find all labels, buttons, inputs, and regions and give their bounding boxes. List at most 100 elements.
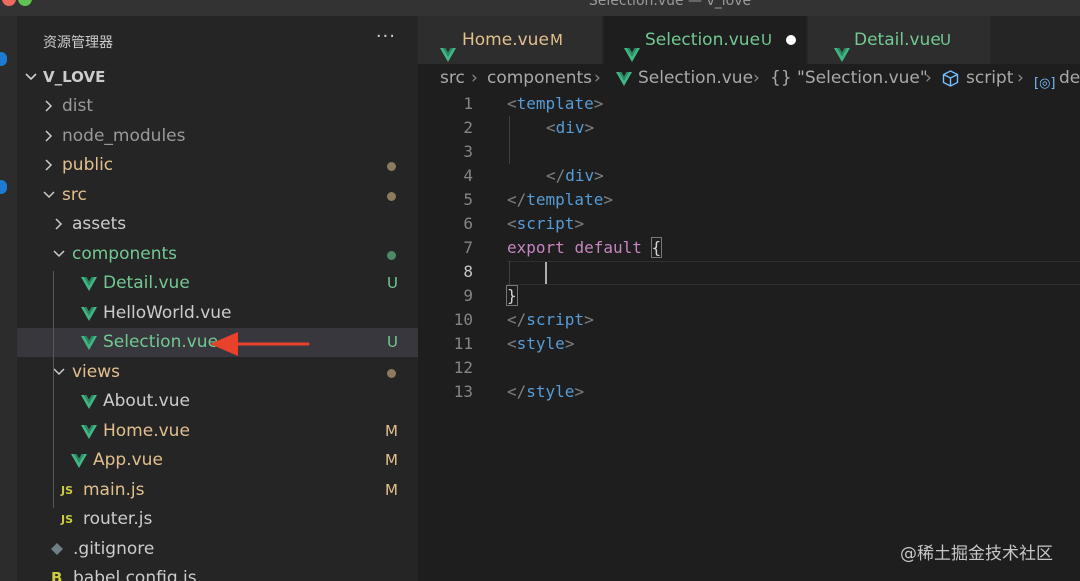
- code-line: <div>: [546, 118, 595, 137]
- vue-icon: [71, 446, 89, 475]
- window-title: Selection.vue — v_love: [588, 0, 752, 9]
- tree-item[interactable]: About.vue: [17, 387, 418, 416]
- tree-item[interactable]: Bbabel.config.js: [17, 564, 418, 581]
- tree-item[interactable]: dist: [17, 92, 418, 121]
- tree-item-label: Home.vue: [103, 420, 190, 441]
- tree-item-label: App.vue: [93, 450, 163, 470]
- tree-item[interactable]: JS main.js M: [17, 476, 418, 505]
- tree-item-label: babel.config.js: [73, 568, 197, 581]
- breadcrumb-item[interactable]: script: [966, 64, 1013, 92]
- editor-tabs: Home.vue M Selection.vue U Detail.vue U: [418, 16, 1080, 64]
- tab-home-vue[interactable]: Home.vue M: [418, 16, 602, 64]
- more-actions-icon[interactable]: ···: [376, 26, 396, 47]
- text-cursor: [545, 262, 547, 284]
- breadcrumb-item[interactable]: src: [440, 64, 465, 92]
- tree-item[interactable]: .gitignore: [17, 535, 418, 564]
- chevron-right-icon: ›: [471, 68, 478, 88]
- tree-item-label: About.vue: [103, 391, 190, 411]
- vue-icon: [81, 328, 99, 357]
- tree-item[interactable]: HelloWorld.vue: [17, 299, 418, 328]
- chevron-right-icon: ›: [753, 68, 760, 88]
- tree-item[interactable]: assets: [17, 210, 418, 239]
- tree-item[interactable]: Detail.vue U: [17, 269, 418, 298]
- cube-icon: [942, 70, 959, 87]
- line-number: 6: [463, 214, 473, 233]
- tree-item[interactable]: Home.vue M: [17, 417, 418, 446]
- tree-item[interactable]: components: [17, 240, 418, 269]
- chevron-right-icon: [43, 151, 57, 180]
- tab-git-status: M: [550, 31, 563, 49]
- tree-item[interactable]: src: [17, 181, 418, 210]
- code-editor[interactable]: 1 2 3 4 5 6 7 8 9 10 11 12 13 <template> <div> </div…: [418, 92, 1080, 581]
- explorer-title: 资源管理器: [43, 35, 113, 51]
- line-number: 7: [463, 238, 473, 257]
- line-number: 11: [453, 334, 473, 353]
- tab-label: Home.vue: [462, 30, 549, 50]
- chevron-right-icon: ›: [925, 68, 932, 88]
- git-status-dot: [387, 368, 396, 378]
- line-number: 3: [463, 142, 473, 161]
- tree-item[interactable]: App.vue M: [17, 446, 418, 475]
- chevron-down-icon: [25, 63, 39, 92]
- current-line-highlight: [507, 261, 1080, 285]
- tab-git-status: U: [940, 31, 951, 49]
- tree-item-label: Selection.vue: [103, 332, 219, 352]
- tree-item-label: components: [72, 243, 178, 264]
- git-status-badge: U: [387, 333, 398, 351]
- tab-detail-vue[interactable]: Detail.vue U: [808, 16, 990, 64]
- git-status-badge: M: [385, 421, 398, 440]
- line-number: 9: [463, 286, 473, 305]
- tree-item-label: public: [62, 155, 114, 175]
- line-number: 2: [463, 118, 473, 137]
- git-status-dot: [387, 162, 396, 171]
- code-line: <style>: [507, 334, 575, 353]
- line-number: 13: [453, 382, 473, 401]
- vue-icon: [81, 417, 99, 446]
- tree-item[interactable]: public: [17, 151, 418, 180]
- notification-badge[interactable]: [0, 180, 7, 194]
- tree-item[interactable]: JS router.js: [17, 505, 418, 534]
- chevron-down-icon: [43, 181, 57, 210]
- vue-icon: [81, 269, 99, 298]
- breadcrumb: src › components › Selection.vue › {} "S…: [418, 64, 1080, 92]
- breadcrumb-item[interactable]: {} "Selection.vue": [770, 64, 928, 92]
- js-icon: JS: [61, 483, 74, 497]
- tree-item-label: .gitignore: [73, 538, 155, 559]
- unsaved-dot-icon[interactable]: [786, 35, 796, 45]
- line-number: 4: [463, 166, 473, 185]
- js-icon: JS: [61, 513, 74, 526]
- tab-label: Detail.vue: [854, 30, 941, 50]
- breadcrumb-item[interactable]: de: [1059, 64, 1080, 92]
- git-status-badge: M: [385, 451, 398, 469]
- line-number: 1: [463, 94, 473, 113]
- notification-badge[interactable]: [0, 52, 7, 66]
- tree-item[interactable]: node_modules: [17, 122, 418, 151]
- chevron-down-icon: [53, 240, 67, 269]
- chevron-down-icon: [53, 358, 67, 387]
- line-number: 5: [463, 190, 473, 209]
- git-icon: [51, 535, 69, 564]
- tree-item[interactable]: views: [17, 358, 418, 387]
- explorer-sidebar: 资源管理器 ··· V_LOVE dist node_modulespublic s…: [17, 16, 418, 581]
- code-line: </style>: [507, 382, 585, 401]
- tree-item-label: main.js: [83, 479, 145, 500]
- activity-bar: [0, 16, 17, 581]
- tree-item-label: node_modules: [62, 125, 186, 146]
- tree-item-label: router.js: [83, 509, 153, 529]
- tree-item-label: assets: [72, 214, 127, 234]
- breadcrumb-item[interactable]: components: [487, 64, 592, 92]
- tab-selection-vue[interactable]: Selection.vue U: [604, 16, 806, 64]
- breadcrumb-item[interactable]: Selection.vue: [638, 64, 753, 92]
- project-root[interactable]: V_LOVE: [17, 63, 418, 92]
- chevron-right-icon: [53, 210, 67, 239]
- tree-item-label: Detail.vue: [103, 273, 190, 293]
- project-name: V_LOVE: [43, 68, 106, 86]
- code-line: <template>: [507, 94, 604, 113]
- tree-item-label: src: [62, 184, 87, 205]
- vue-icon: [616, 72, 632, 86]
- indent-guide: [53, 271, 54, 508]
- git-status-badge: M: [385, 480, 398, 499]
- watermark: @稀土掘金技术社区: [900, 544, 1053, 564]
- chevron-right-icon: [43, 92, 57, 121]
- chevron-right-icon: ›: [1017, 68, 1024, 88]
